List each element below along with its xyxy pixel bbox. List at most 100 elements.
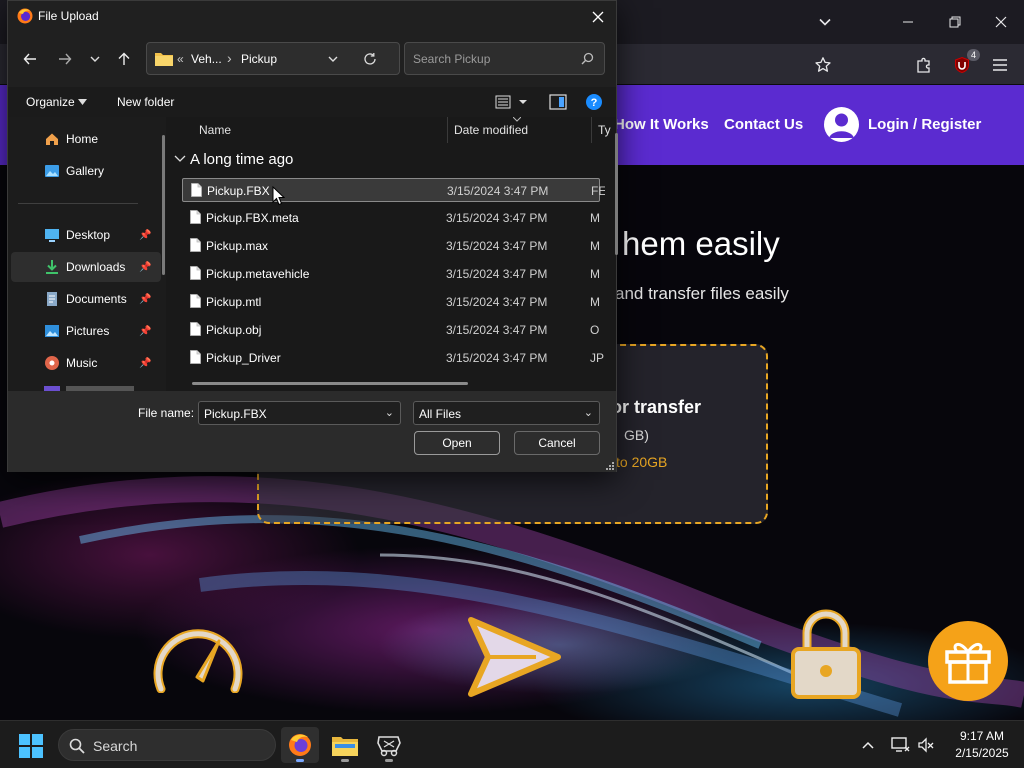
- command-bar: Organize New folder ?: [8, 87, 616, 117]
- refresh-button[interactable]: [359, 49, 381, 69]
- sidebar-item-pictures[interactable]: Pictures 📌: [11, 316, 161, 346]
- file-icon: [190, 238, 201, 252]
- lock-icon: [791, 609, 861, 699]
- arrow-right-icon: [59, 53, 72, 65]
- breadcrumb-parent[interactable]: Veh...: [191, 52, 222, 66]
- file-row[interactable]: Pickup.obj 3/15/2024 3:47 PM O: [182, 318, 600, 342]
- group-header[interactable]: A long time ago: [174, 151, 293, 168]
- file-row[interactable]: Pickup.mtl 3/15/2024 3:47 PM M: [182, 290, 600, 314]
- sidebar-scrollbar[interactable]: [162, 135, 165, 275]
- network-status-button[interactable]: [890, 735, 910, 755]
- gift-icon[interactable]: [927, 620, 1009, 702]
- sidebar-item-label: Documents: [66, 292, 127, 306]
- new-folder-button[interactable]: New folder: [117, 95, 174, 109]
- taskbar-search-box[interactable]: Search: [58, 729, 276, 761]
- restore-button[interactable]: [941, 8, 969, 36]
- resize-grip-icon[interactable]: [605, 461, 615, 471]
- svg-text:?: ?: [591, 97, 598, 109]
- close-icon: [995, 16, 1007, 28]
- file-row[interactable]: Pickup.FBX 3/15/2024 3:47 PM FE: [182, 178, 605, 202]
- file-list-vertical-scrollbar[interactable]: [615, 133, 618, 255]
- cancel-button[interactable]: Cancel: [514, 431, 600, 455]
- running-indicator: [385, 759, 393, 762]
- taskbar-file-explorer-button[interactable]: [326, 727, 364, 763]
- file-name-input[interactable]: Pickup.FBX ⌄: [198, 401, 401, 425]
- pin-icon: 📌: [139, 229, 152, 241]
- file-icon: [190, 266, 201, 280]
- file-date-modified: 3/15/2024 3:47 PM: [446, 295, 548, 309]
- taskbar-firefox-button[interactable]: [281, 727, 319, 763]
- user-avatar-icon[interactable]: [824, 107, 859, 142]
- extensions-button[interactable]: [912, 53, 936, 77]
- forward-button[interactable]: [53, 47, 77, 71]
- taskbar-search-label: Search: [93, 738, 138, 754]
- sidebar-item-label: Downloads: [66, 260, 126, 274]
- column-divider[interactable]: [591, 117, 592, 143]
- sidebar-item-home[interactable]: Home: [11, 124, 161, 154]
- dialog-close-button[interactable]: [586, 5, 610, 29]
- sidebar-item-music[interactable]: Music 📌: [11, 348, 161, 378]
- file-icon: [190, 210, 201, 224]
- nav-login-register-link[interactable]: Login / Register: [868, 116, 981, 133]
- taskbar-app-button[interactable]: [370, 727, 408, 763]
- dialog-footer: File name: Pickup.FBX ⌄ All Files ⌄ Open…: [8, 391, 616, 472]
- volume-button[interactable]: [916, 735, 936, 755]
- bookmark-star-button[interactable]: [811, 53, 835, 77]
- wheelchair-transport-icon: [377, 736, 401, 757]
- chevron-down-icon: [174, 155, 186, 162]
- file-row[interactable]: Pickup.max 3/15/2024 3:47 PM M: [182, 234, 600, 258]
- address-bar[interactable]: « Veh... › Pickup: [146, 42, 400, 75]
- file-row[interactable]: Pickup.metavehicle 3/15/2024 3:47 PM M: [182, 262, 600, 286]
- volume-muted-icon: [918, 737, 934, 753]
- chevron-down-icon[interactable]: ⌄: [385, 406, 394, 419]
- sidebar-item-desktop[interactable]: Desktop 📌: [11, 220, 161, 250]
- file-type: JP: [590, 351, 604, 365]
- sidebar-item-label: Gallery: [66, 164, 105, 178]
- list-all-tabs-button[interactable]: [812, 10, 838, 34]
- up-folder-button[interactable]: [112, 47, 136, 71]
- file-name-value: Pickup.FBX: [204, 407, 267, 421]
- file-row[interactable]: Pickup_Driver 3/15/2024 3:47 PM JP: [182, 346, 604, 370]
- column-header-name[interactable]: Name: [199, 123, 231, 137]
- search-input[interactable]: Search Pickup: [404, 42, 605, 75]
- app-menu-button[interactable]: [988, 53, 1012, 77]
- dialog-nav-row: « Veh... › Pickup Search Pickup: [8, 37, 616, 81]
- open-button[interactable]: Open: [414, 431, 500, 455]
- file-name: Pickup.obj: [206, 323, 262, 337]
- file-row[interactable]: Pickup.FBX.meta 3/15/2024 3:47 PM M: [182, 206, 600, 230]
- ublock-extension-button[interactable]: 4: [950, 49, 980, 77]
- sidebar-item-downloads[interactable]: Downloads 📌: [11, 252, 161, 282]
- nav-contact-us-link[interactable]: Contact Us: [724, 116, 803, 133]
- breadcrumb-current[interactable]: Pickup: [241, 52, 277, 66]
- start-button[interactable]: [18, 733, 44, 759]
- view-options-button[interactable]: [495, 93, 529, 111]
- sidebar-item-label: Desktop: [66, 228, 111, 242]
- preview-pane-button[interactable]: [549, 93, 567, 111]
- file-icon: [190, 322, 201, 336]
- file-type-select[interactable]: All Files ⌄: [413, 401, 600, 425]
- help-button[interactable]: ?: [585, 93, 603, 111]
- file-list-horizontal-scrollbar[interactable]: [192, 382, 468, 385]
- pictures-icon: [45, 325, 59, 337]
- close-window-button[interactable]: [987, 8, 1015, 36]
- documents-icon: [47, 292, 57, 306]
- column-header-date[interactable]: Date modified: [454, 123, 528, 137]
- sidebar-item-documents[interactable]: Documents 📌: [11, 284, 161, 314]
- column-divider[interactable]: [447, 117, 448, 143]
- organize-button[interactable]: Organize: [26, 95, 75, 109]
- taskbar-clock[interactable]: 9:17 AM 2/15/2025: [947, 729, 1017, 760]
- nav-how-it-works-link[interactable]: How It Works: [614, 116, 709, 133]
- file-type: O: [590, 323, 600, 337]
- minimize-button[interactable]: [894, 8, 922, 36]
- chevron-down-icon: [328, 56, 338, 62]
- file-date-modified: 3/15/2024 3:47 PM: [446, 323, 548, 337]
- address-dropdown-button[interactable]: [323, 49, 343, 69]
- column-header-type[interactable]: Ty: [598, 123, 611, 137]
- screen: 4 How It Works Contact Us Login / Regist…: [0, 0, 1024, 768]
- recent-locations-button[interactable]: [83, 47, 107, 71]
- dialog-titlebar[interactable]: File Upload: [8, 1, 616, 33]
- sidebar-item-gallery[interactable]: Gallery: [11, 156, 161, 186]
- show-hidden-icons-button[interactable]: [858, 735, 878, 755]
- back-button[interactable]: [18, 47, 42, 71]
- taskbar: Search 9:17 AM 2/15/2025: [0, 720, 1024, 768]
